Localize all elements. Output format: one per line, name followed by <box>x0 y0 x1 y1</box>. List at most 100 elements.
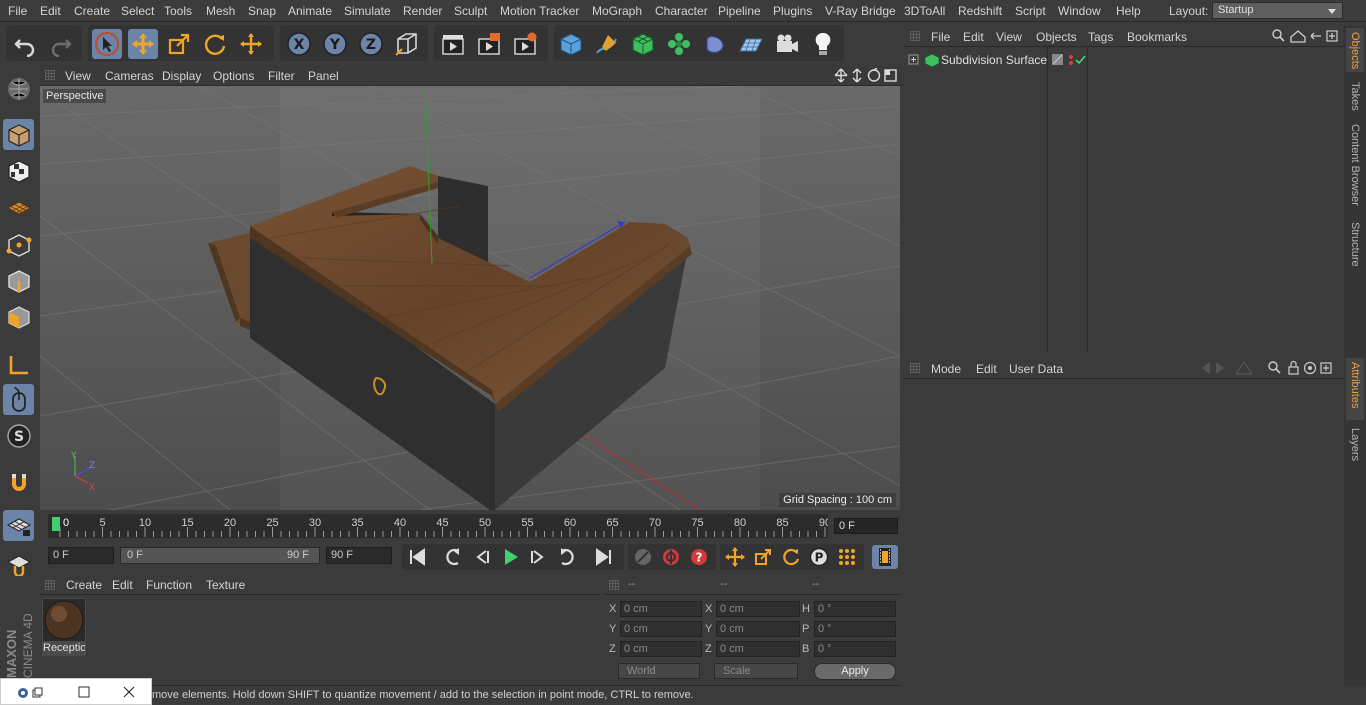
go-to-start-button[interactable] <box>404 545 430 569</box>
record-active-button[interactable] <box>630 545 656 569</box>
visibility-dots-icon[interactable] <box>1051 53 1087 67</box>
menu-sculpt[interactable]: Sculpt <box>454 4 487 18</box>
menu-motion-tracker[interactable]: Motion Tracker <box>500 4 579 18</box>
go-to-end-button[interactable] <box>591 545 617 569</box>
edges-mode-button[interactable] <box>3 265 34 296</box>
coord-handle[interactable] <box>609 580 619 590</box>
object-menu-view[interactable]: View <box>996 30 1022 44</box>
menu-mesh[interactable]: Mesh <box>206 4 235 18</box>
floor-button[interactable] <box>736 29 766 59</box>
key-parameter-button[interactable]: P <box>806 545 832 569</box>
workplane-lock-button[interactable] <box>3 510 34 541</box>
menu-pipeline[interactable]: Pipeline <box>718 4 761 18</box>
timeline-playhead[interactable] <box>52 517 60 531</box>
menu-simulate[interactable]: Simulate <box>344 4 391 18</box>
attribute-handle[interactable] <box>910 363 920 373</box>
menu-help[interactable]: Help <box>1116 4 1141 18</box>
object-menu-edit[interactable]: Edit <box>963 30 984 44</box>
tab-objects[interactable]: Objects <box>1346 28 1364 72</box>
key-pla-button[interactable] <box>834 545 860 569</box>
object-header-icons[interactable] <box>1270 28 1342 44</box>
render-settings-button[interactable] <box>510 29 540 59</box>
light-button[interactable] <box>808 29 838 59</box>
keyframe-selection-button[interactable]: ? <box>686 545 712 569</box>
current-frame-field[interactable]: 0 F <box>834 518 898 534</box>
menu-plugins[interactable]: Plugins <box>773 4 812 18</box>
menu-redshift[interactable]: Redshift <box>958 4 1002 18</box>
timeline-window-button[interactable] <box>872 545 898 569</box>
menu-snap[interactable]: Snap <box>248 4 276 18</box>
cloner-button[interactable] <box>664 29 694 59</box>
prev-key-button[interactable] <box>441 545 467 569</box>
object-menu-file[interactable]: File <box>931 30 950 44</box>
size-mode-select[interactable]: Scale <box>714 663 798 679</box>
app-restore-icon[interactable] <box>17 686 45 700</box>
prev-frame-button[interactable] <box>469 545 495 569</box>
menu-animate[interactable]: Animate <box>288 4 332 18</box>
tweak-mode-button[interactable] <box>3 384 34 415</box>
menu-select[interactable]: Select <box>121 4 154 18</box>
viewport-menu-panel[interactable]: Panel <box>308 69 339 83</box>
attribute-menu-user-data[interactable]: User Data <box>1009 362 1063 376</box>
key-position-button[interactable] <box>722 545 748 569</box>
material-handle[interactable] <box>45 580 55 590</box>
redo-button[interactable] <box>46 29 76 59</box>
rot-p-field[interactable]: 0 ° <box>814 621 896 637</box>
perspective-viewport[interactable]: Y Z X Perspective Grid Spacing : 100 cm <box>40 86 900 510</box>
live-select-button[interactable] <box>92 29 122 59</box>
close-icon[interactable] <box>123 686 135 698</box>
key-rotation-button[interactable] <box>778 545 804 569</box>
world-coord-button[interactable] <box>392 29 422 59</box>
make-editable-button[interactable] <box>3 73 34 104</box>
material-menu-edit[interactable]: Edit <box>112 578 133 592</box>
timeline-ruler[interactable]: 0 5 10 15 20 25 30 35 40 45 50 55 60 65 70 75 80 85 90 <box>48 514 828 538</box>
attribute-menu-mode[interactable]: Mode <box>931 362 961 376</box>
size-z-field[interactable]: 0 cm <box>716 641 800 657</box>
coord-system-select[interactable]: World <box>618 663 700 679</box>
menu-character[interactable]: Character <box>655 4 708 18</box>
object-handle[interactable] <box>910 31 920 41</box>
viewport-menu-filter[interactable]: Filter <box>268 69 295 83</box>
x-axis-button[interactable]: X <box>284 29 314 59</box>
rot-b-field[interactable]: 0 ° <box>814 641 896 657</box>
viewport-handle[interactable] <box>45 70 55 80</box>
size-y-field[interactable]: 0 cm <box>716 621 800 637</box>
z-axis-button[interactable]: Z <box>356 29 386 59</box>
menu-file[interactable]: File <box>8 4 27 18</box>
menu-render[interactable]: Render <box>403 4 442 18</box>
key-scale-button[interactable] <box>750 545 776 569</box>
tab-layers[interactable]: Layers <box>1346 424 1364 462</box>
pen-button[interactable] <box>592 29 622 59</box>
viewport-menu-options[interactable]: Options <box>213 69 254 83</box>
menu-create[interactable]: Create <box>74 4 110 18</box>
model-mode-button[interactable] <box>3 119 34 150</box>
move-button[interactable] <box>128 29 158 59</box>
menu-vray-bridge[interactable]: V-Ray Bridge <box>825 4 896 18</box>
menu-window[interactable]: Window <box>1058 4 1101 18</box>
tab-attributes[interactable]: Attributes <box>1346 358 1364 420</box>
maximize-icon[interactable] <box>78 686 90 698</box>
rot-h-field[interactable]: 0 ° <box>814 601 896 617</box>
subdivision-button[interactable] <box>628 29 658 59</box>
play-button[interactable] <box>497 545 523 569</box>
pos-x-field[interactable]: 0 cm <box>620 601 702 617</box>
viewport-menu-display[interactable]: Display <box>162 69 201 83</box>
render-picture-button[interactable] <box>474 29 504 59</box>
tab-content-browser[interactable]: Content Browser <box>1346 120 1364 212</box>
attribute-header-icons[interactable] <box>1200 360 1342 376</box>
object-menu-tags[interactable]: Tags <box>1088 30 1113 44</box>
undo-button[interactable] <box>10 29 40 59</box>
object-menu-bookmarks[interactable]: Bookmarks <box>1127 30 1187 44</box>
attribute-menu-edit[interactable]: Edit <box>976 362 997 376</box>
polygons-mode-button[interactable] <box>3 301 34 332</box>
camera-button[interactable] <box>772 29 802 59</box>
frame-range-slider[interactable]: 0 F 90 F <box>120 547 320 564</box>
menu-tools[interactable]: Tools <box>164 4 192 18</box>
menu-3dtoall[interactable]: 3DToAll <box>904 4 945 18</box>
layout-select[interactable]: Startup <box>1212 2 1343 19</box>
object-row-subdivision[interactable]: Subdivision Surface <box>906 52 1342 69</box>
next-frame-button[interactable] <box>525 545 551 569</box>
render-view-button[interactable] <box>438 29 468 59</box>
scale-button[interactable] <box>164 29 194 59</box>
points-mode-button[interactable] <box>3 229 34 260</box>
